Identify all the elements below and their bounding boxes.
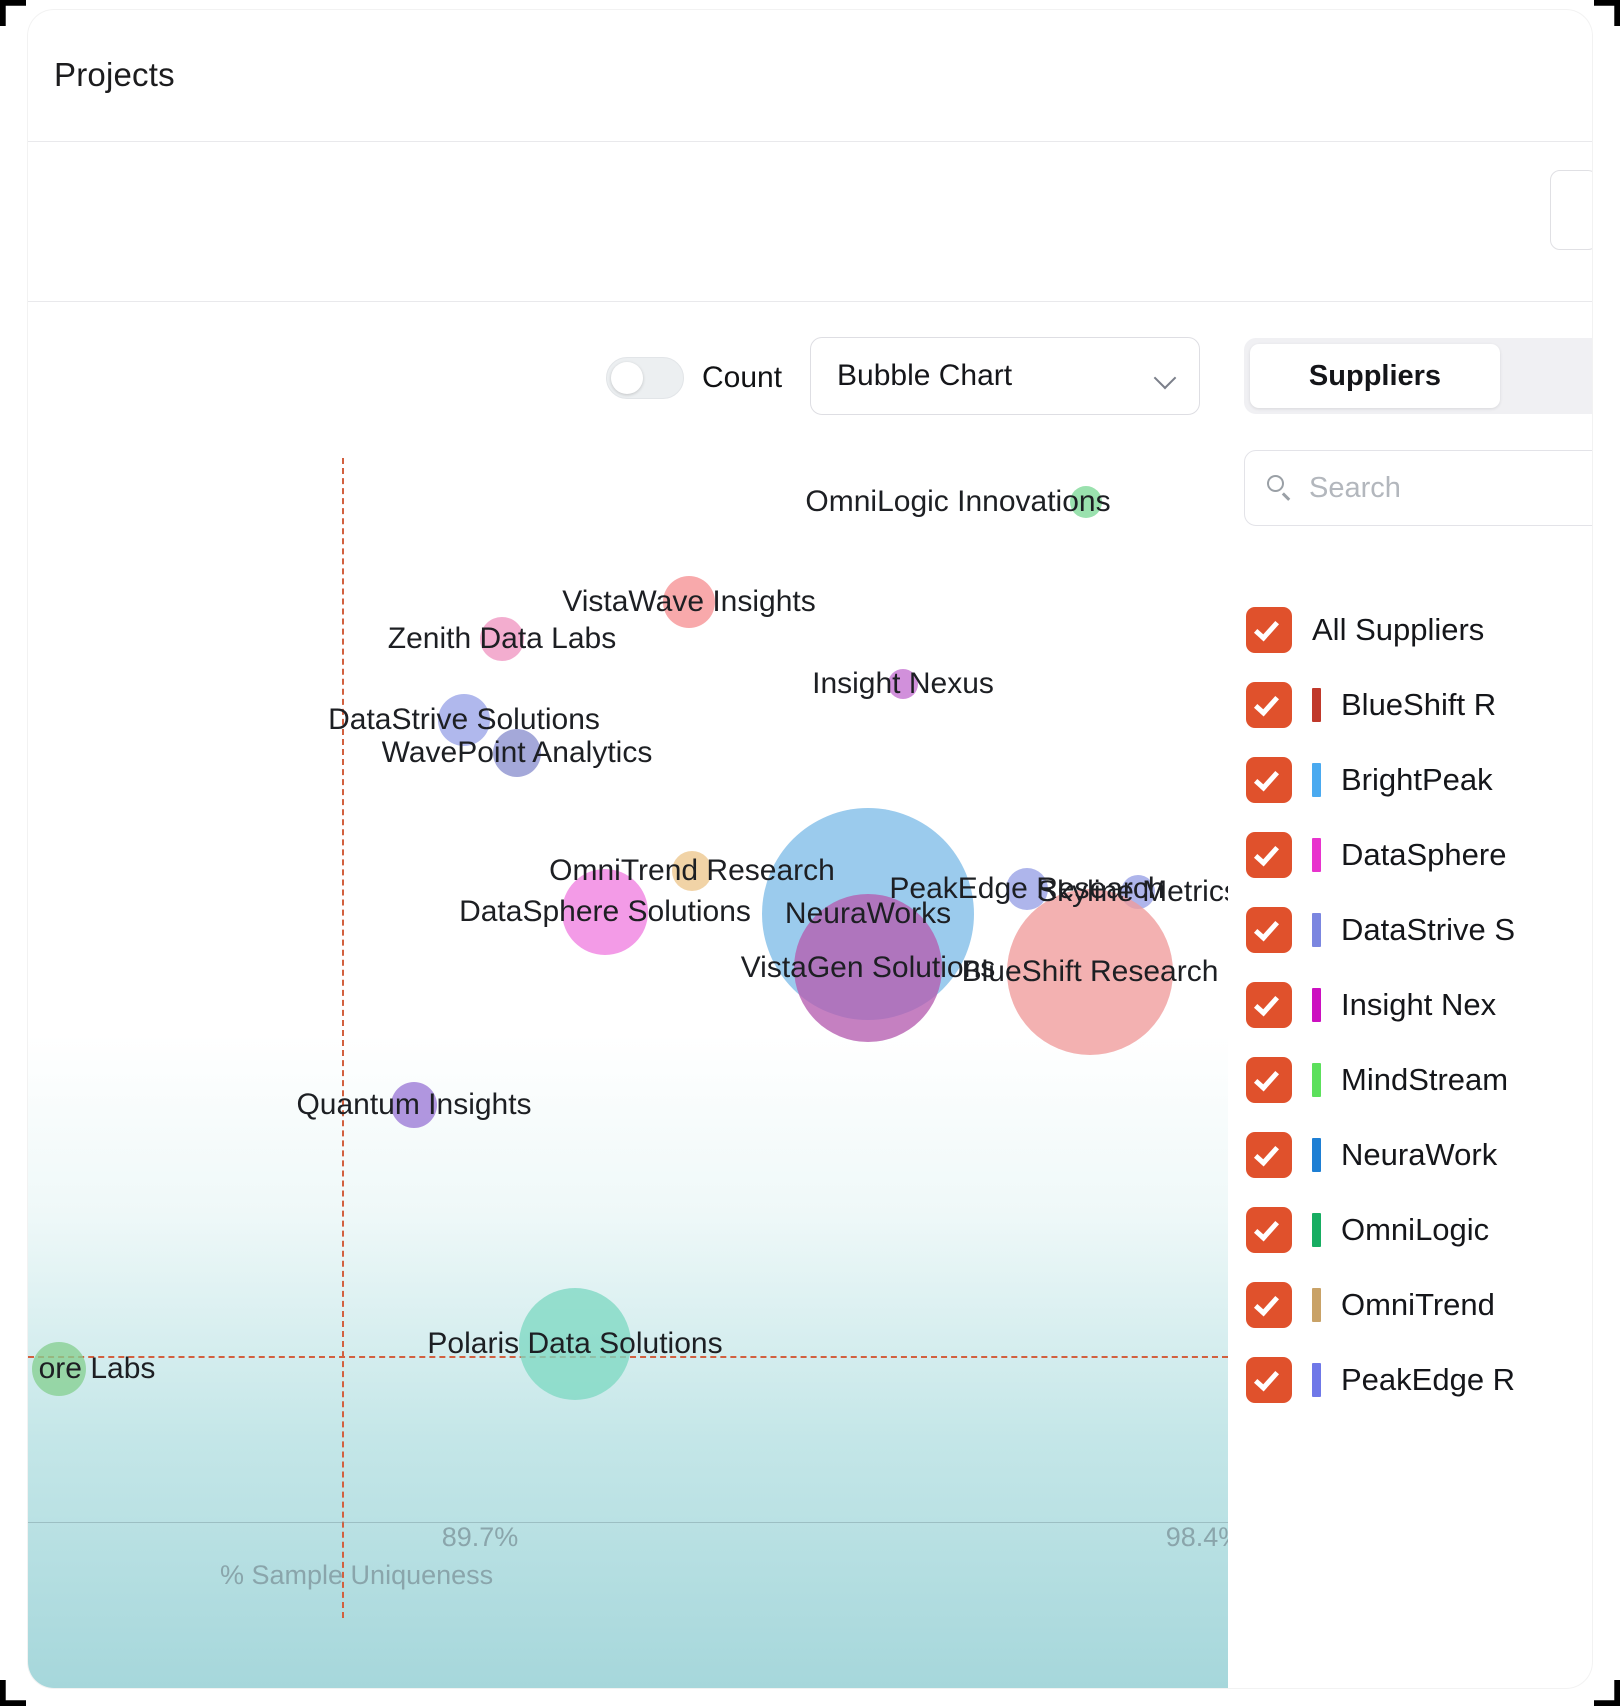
- supplier-checkbox[interactable]: [1246, 1206, 1292, 1253]
- supplier-checkbox[interactable]: [1246, 1356, 1292, 1403]
- bubble-point[interactable]: [888, 669, 918, 699]
- supplier-row[interactable]: NeuraWork: [1224, 1117, 1592, 1192]
- supplier-row[interactable]: OmniTrend: [1224, 1267, 1592, 1342]
- supplier-checkbox[interactable]: [1246, 606, 1292, 653]
- bubble-chart-plot[interactable]: OmniLogic Innovations VistaWave Insights Z…: [28, 432, 1228, 1688]
- bubble-point[interactable]: [438, 694, 490, 746]
- supplier-filter-list: All Suppliers BlueShift R BrightPeak DataSp…: [1224, 592, 1592, 1417]
- supplier-label: DataSphere: [1341, 836, 1507, 872]
- supplier-checkbox[interactable]: [1246, 981, 1292, 1028]
- app-header: Projects: [28, 10, 1592, 142]
- supplier-color-swatch: [1312, 837, 1321, 872]
- supplier-label: OmniLogic: [1341, 1211, 1490, 1247]
- bubble-point[interactable]: [663, 576, 715, 628]
- crop-mark-top-right: [1594, 0, 1620, 26]
- supplier-label: All Suppliers: [1312, 611, 1485, 647]
- bubble-point[interactable]: [1070, 486, 1102, 518]
- filter-strip-control[interactable]: [1550, 170, 1592, 250]
- count-toggle-label: Count: [702, 361, 783, 394]
- chevron-down-icon: [1155, 370, 1177, 382]
- bubble-point[interactable]: [493, 729, 541, 777]
- supplier-label: NeuraWork: [1341, 1136, 1498, 1172]
- supplier-row[interactable]: OmniLogic: [1224, 1192, 1592, 1267]
- count-toggle-group: Count: [606, 357, 782, 399]
- bubble-point[interactable]: [480, 617, 524, 661]
- supplier-color-swatch: [1312, 1287, 1321, 1322]
- supplier-row[interactable]: DataSphere: [1224, 817, 1592, 892]
- supplier-color-swatch: [1312, 1137, 1321, 1172]
- supplier-color-swatch: [1312, 987, 1321, 1022]
- bubble-point[interactable]: [562, 869, 648, 955]
- search-icon: [1267, 475, 1293, 501]
- app-window: Projects Count Bubble Chart OmniLogic In…: [28, 10, 1592, 1688]
- quadrant-vertical-line: [342, 458, 344, 1618]
- x-axis-tick-label: 89.7%: [441, 1522, 519, 1552]
- supplier-row[interactable]: BrightPeak: [1224, 742, 1592, 817]
- suppliers-tabbar: Suppliers: [1244, 338, 1592, 414]
- bubble-point[interactable]: [32, 1342, 86, 1396]
- bubble-point[interactable]: [391, 1082, 437, 1128]
- supplier-label: PeakEdge R: [1341, 1361, 1516, 1397]
- filter-strip: [28, 142, 1592, 302]
- supplier-label: DataStrive S: [1341, 911, 1516, 947]
- supplier-color-swatch: [1312, 1062, 1321, 1097]
- crop-mark-bottom-left: [0, 1680, 26, 1706]
- x-axis-title: % Sample Uniqueness: [220, 1560, 494, 1590]
- count-toggle[interactable]: [606, 357, 684, 399]
- bubble-point[interactable]: [794, 894, 942, 1042]
- supplier-checkbox[interactable]: [1246, 1131, 1292, 1178]
- screenshot-root: Projects Count Bubble Chart OmniLogic In…: [0, 0, 1620, 1706]
- supplier-search-box[interactable]: Search: [1244, 450, 1592, 526]
- supplier-checkbox[interactable]: [1246, 681, 1292, 728]
- supplier-label: Insight Nex: [1341, 986, 1497, 1022]
- supplier-row[interactable]: All Suppliers: [1224, 592, 1592, 667]
- toggle-knob: [611, 362, 643, 394]
- chart-type-value: Bubble Chart: [837, 359, 1013, 392]
- supplier-label: BrightPeak: [1341, 761, 1493, 797]
- crop-mark-top-left: [0, 0, 26, 26]
- search-input[interactable]: Search: [1309, 472, 1401, 505]
- supplier-checkbox[interactable]: [1246, 906, 1292, 953]
- supplier-row[interactable]: MindStream: [1224, 1042, 1592, 1117]
- supplier-color-swatch: [1312, 1362, 1321, 1397]
- supplier-color-swatch: [1312, 1212, 1321, 1247]
- bubble-point[interactable]: [1007, 889, 1173, 1055]
- supplier-color-swatch: [1312, 912, 1321, 947]
- supplier-row[interactable]: PeakEdge R: [1224, 1342, 1592, 1417]
- bubble-point[interactable]: [519, 1288, 631, 1400]
- crop-mark-bottom-right: [1594, 1680, 1620, 1706]
- supplier-label: BlueShift R: [1341, 686, 1497, 722]
- supplier-row[interactable]: Insight Nex: [1224, 967, 1592, 1042]
- supplier-label: MindStream: [1341, 1061, 1509, 1097]
- supplier-label: OmniTrend: [1341, 1286, 1495, 1322]
- supplier-checkbox[interactable]: [1246, 1056, 1292, 1103]
- suppliers-panel: Suppliers Search All Suppliers BlueShift …: [1224, 302, 1592, 1688]
- supplier-row[interactable]: DataStrive S: [1224, 892, 1592, 967]
- supplier-checkbox[interactable]: [1246, 1281, 1292, 1328]
- plot-background: [28, 432, 1228, 1688]
- x-axis-line: [28, 1522, 1228, 1523]
- supplier-checkbox[interactable]: [1246, 756, 1292, 803]
- bubble-point[interactable]: [672, 851, 712, 891]
- supplier-checkbox[interactable]: [1246, 831, 1292, 878]
- supplier-color-swatch: [1312, 762, 1321, 797]
- chart-type-select[interactable]: Bubble Chart: [810, 337, 1200, 415]
- x-axis-tick-label: 98.4%: [1165, 1522, 1228, 1552]
- supplier-color-swatch: [1312, 687, 1321, 722]
- page-title: Projects: [54, 56, 175, 93]
- tab-suppliers[interactable]: Suppliers: [1250, 344, 1500, 408]
- supplier-row[interactable]: BlueShift R: [1224, 667, 1592, 742]
